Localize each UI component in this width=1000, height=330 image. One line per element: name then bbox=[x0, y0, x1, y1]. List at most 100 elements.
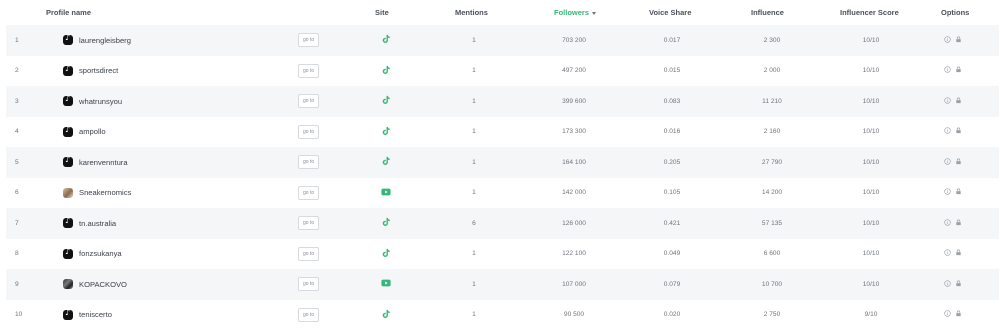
table-row[interactable]: 10 teniscerto go to 1 90 500 0.020 2 750 9/10 bbox=[6, 300, 999, 330]
profile-name-link[interactable]: KOPACKOVO bbox=[79, 269, 127, 300]
table-row[interactable]: 6 Sneakernomics go to 1 142 000 0.105 14 200 10… bbox=[6, 178, 999, 209]
options-cell bbox=[944, 208, 962, 239]
go-to-button[interactable]: go to bbox=[298, 33, 320, 48]
table-row[interactable]: 7 tn.australia go to 6 126 000 0.421 57 135 10/… bbox=[6, 208, 999, 239]
tiktok-icon[interactable] bbox=[381, 65, 391, 77]
tiktok-logo-icon bbox=[63, 64, 73, 76]
influencer-score-value: 10/10 bbox=[862, 219, 880, 227]
options-cell bbox=[944, 239, 962, 270]
lock-icon[interactable] bbox=[955, 280, 962, 289]
tiktok-logo-icon bbox=[63, 216, 73, 229]
profile-name-link[interactable]: whatrunsyou bbox=[79, 86, 122, 117]
table-row[interactable]: 2 sportsdirect go to 1 497 200 0.015 2 000 10/1… bbox=[6, 56, 999, 87]
tiktok-icon[interactable] bbox=[381, 34, 391, 46]
table-row[interactable]: 3 whatrunsyou go to 1 399 600 0.083 11 210 10/1… bbox=[6, 86, 999, 117]
profile-name-link[interactable]: laurengleisberg bbox=[79, 25, 131, 56]
go-to-button[interactable]: go to bbox=[298, 94, 320, 109]
lock-icon[interactable] bbox=[955, 127, 962, 136]
tiktok-icon[interactable] bbox=[381, 156, 391, 168]
go-to-button[interactable]: go to bbox=[298, 63, 320, 78]
info-icon[interactable] bbox=[944, 97, 951, 106]
lock-icon[interactable] bbox=[955, 36, 962, 45]
header-mentions[interactable]: Mentions bbox=[455, 8, 488, 17]
site-cell bbox=[381, 25, 391, 56]
profile-name-link[interactable]: sportsdirect bbox=[79, 56, 118, 87]
info-icon[interactable] bbox=[944, 249, 951, 258]
followers-value: 122 100 bbox=[562, 250, 586, 258]
lock-icon[interactable] bbox=[955, 188, 962, 197]
mentions-value: 1 bbox=[472, 36, 476, 44]
influence-value: 2 300 bbox=[763, 36, 781, 44]
go-to-button[interactable]: go to bbox=[298, 307, 320, 322]
mentions-value: 1 bbox=[472, 67, 476, 75]
go-to-button[interactable]: go to bbox=[298, 124, 320, 139]
lock-icon[interactable] bbox=[955, 66, 962, 75]
followers-value: 90 500 bbox=[563, 311, 585, 319]
info-icon[interactable] bbox=[944, 158, 951, 167]
lock-icon[interactable] bbox=[955, 219, 962, 228]
tiktok-icon[interactable] bbox=[381, 248, 391, 260]
header-followers[interactable]: Followers bbox=[554, 8, 597, 17]
avatar bbox=[63, 178, 73, 209]
info-icon[interactable] bbox=[944, 310, 951, 319]
youtube-icon[interactable] bbox=[381, 278, 391, 290]
header-site[interactable]: Site bbox=[375, 8, 389, 17]
mentions-value: 1 bbox=[472, 97, 476, 105]
go-to-button[interactable]: go to bbox=[298, 216, 320, 231]
tiktok-logo-icon bbox=[63, 33, 73, 46]
tiktok-icon[interactable] bbox=[381, 309, 391, 321]
go-to-button[interactable]: go to bbox=[298, 155, 320, 170]
site-cell bbox=[381, 117, 391, 148]
header-voice-share[interactable]: Voice Share bbox=[649, 8, 691, 17]
avatar bbox=[63, 117, 73, 148]
mentions-value: 6 bbox=[472, 219, 476, 227]
table-row[interactable]: 9 KOPACKOVO go to 1 107 000 0.079 10 700 10/10 bbox=[6, 269, 999, 300]
tiktok-icon[interactable] bbox=[381, 126, 391, 138]
table-body: 1 laurengleisberg go to 1 703 200 0.017 2 300 1… bbox=[6, 25, 999, 330]
row-number: 7 bbox=[15, 219, 19, 227]
avatar bbox=[63, 269, 73, 300]
mentions-value: 1 bbox=[472, 311, 476, 319]
tiktok-icon[interactable] bbox=[381, 95, 391, 107]
profile-name-link[interactable]: ampollo bbox=[79, 117, 106, 148]
influence-value: 11 210 bbox=[762, 97, 782, 105]
lock-icon[interactable] bbox=[955, 310, 962, 319]
followers-value: 497 200 bbox=[562, 67, 586, 75]
profile-name-link[interactable]: fonzsukanya bbox=[79, 239, 122, 270]
info-icon[interactable] bbox=[944, 127, 951, 136]
site-cell bbox=[381, 300, 391, 330]
profile-name-link[interactable]: teniscerto bbox=[79, 300, 112, 330]
table-row[interactable]: 5 karenvenntura go to 1 164 100 0.205 27 790 10… bbox=[6, 147, 999, 178]
header-influencer-score[interactable]: Influencer Score bbox=[840, 8, 899, 17]
info-icon[interactable] bbox=[944, 66, 951, 75]
lock-icon[interactable] bbox=[955, 97, 962, 106]
tiktok-logo-icon bbox=[63, 125, 73, 137]
youtube-icon[interactable] bbox=[381, 187, 391, 199]
go-to-button[interactable]: go to bbox=[298, 277, 320, 292]
influencer-score-value: 10/10 bbox=[862, 158, 880, 166]
lock-icon[interactable] bbox=[955, 249, 962, 258]
info-icon[interactable] bbox=[944, 188, 951, 197]
lock-icon[interactable] bbox=[955, 158, 962, 167]
go-to-button[interactable]: go to bbox=[298, 185, 320, 200]
table-row[interactable]: 1 laurengleisberg go to 1 703 200 0.017 2 300 1… bbox=[6, 25, 999, 56]
info-icon[interactable] bbox=[944, 36, 951, 45]
header-options: Options bbox=[941, 8, 970, 17]
site-cell bbox=[381, 147, 391, 178]
go-to-button[interactable]: go to bbox=[298, 246, 320, 261]
influence-value: 2 160 bbox=[763, 128, 781, 136]
tiktok-icon[interactable] bbox=[381, 217, 391, 229]
table-row[interactable]: 4 ampollo go to 1 173 300 0.016 2 160 10/10 bbox=[6, 117, 999, 148]
followers-value: 126 000 bbox=[562, 219, 586, 227]
table-row[interactable]: 8 fonzsukanya go to 1 122 100 0.049 6 600 10/10 bbox=[6, 239, 999, 270]
site-cell bbox=[381, 56, 391, 87]
influencer-score-value: 9/10 bbox=[864, 311, 878, 319]
profile-name-link[interactable]: karenvenntura bbox=[79, 147, 128, 178]
info-icon[interactable] bbox=[944, 280, 951, 289]
row-number: 8 bbox=[15, 250, 19, 258]
info-icon[interactable] bbox=[944, 219, 951, 228]
header-influence[interactable]: Influence bbox=[751, 8, 784, 17]
profile-name-link[interactable]: Sneakernomics bbox=[79, 178, 131, 209]
profile-name-link[interactable]: tn.australia bbox=[79, 208, 116, 239]
header-profile-name[interactable]: Profile name bbox=[46, 8, 91, 17]
